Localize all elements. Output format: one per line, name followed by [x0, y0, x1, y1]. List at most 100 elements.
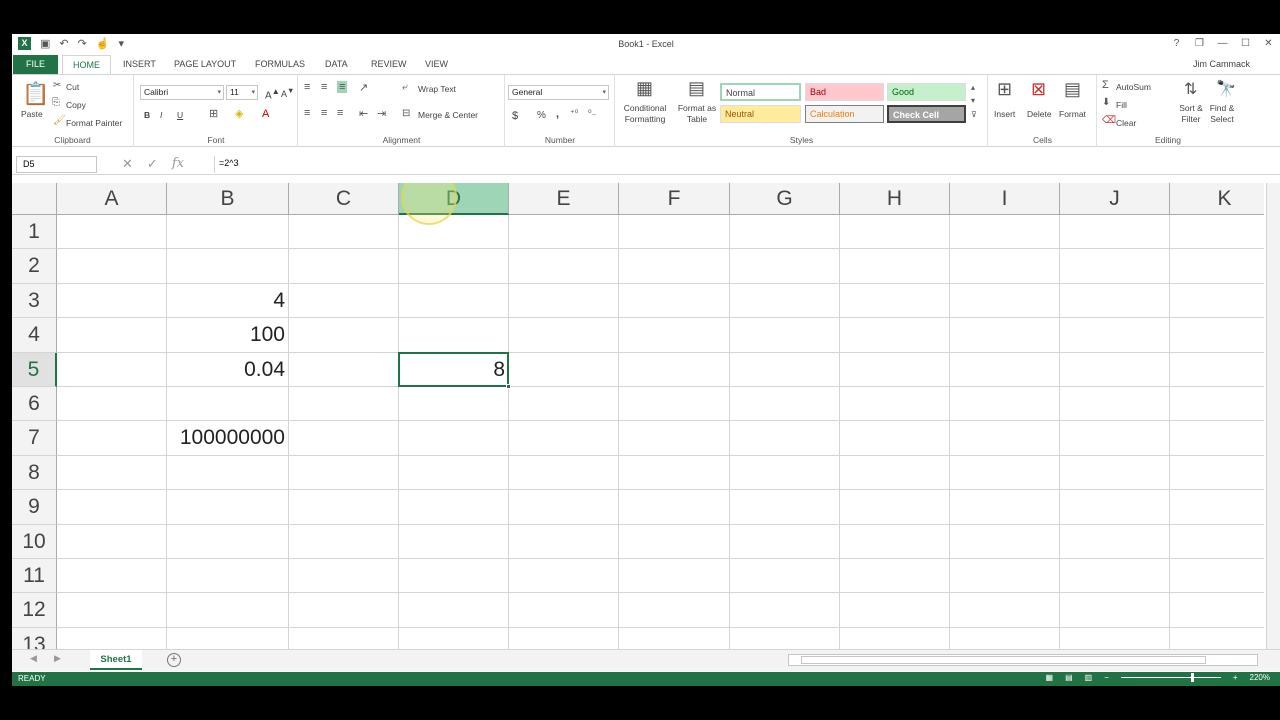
styles-more-icon[interactable]: ⊽ [971, 110, 977, 119]
style-neutral[interactable]: Neutral [720, 105, 801, 123]
vertical-scrollbar[interactable] [1266, 183, 1280, 649]
fill-color-icon[interactable]: ◈ [235, 107, 243, 120]
style-check-cell[interactable]: Check Cell [887, 105, 966, 123]
borders-icon[interactable]: ⊞ [209, 107, 218, 120]
column-header-f[interactable]: F [619, 183, 730, 215]
page-layout-view-icon[interactable]: ▤ [1065, 673, 1073, 682]
increase-indent-icon[interactable]: ⇥ [377, 107, 386, 120]
zoom-out-icon[interactable]: − [1104, 673, 1109, 682]
clear-button[interactable]: Clear [1116, 118, 1136, 128]
add-sheet-button[interactable]: + [167, 653, 181, 667]
insert-function-icon[interactable]: fx [172, 156, 184, 172]
column-header-h[interactable]: H [840, 183, 950, 215]
row-header-11[interactable]: 11 [12, 559, 57, 594]
orientation-icon[interactable]: ↗ [359, 81, 368, 94]
tab-home[interactable]: HOME [62, 55, 111, 75]
row-header-5[interactable]: 5 [12, 352, 57, 387]
align-left-icon[interactable]: ≡ [304, 107, 310, 119]
align-right-icon[interactable]: ≡ [337, 107, 343, 119]
comma-button[interactable]: , [556, 108, 559, 120]
cell-b4[interactable]: 100 [167, 318, 289, 352]
cell-b7[interactable]: 100000000 [167, 421, 289, 455]
autosum-button[interactable]: AutoSum [1116, 82, 1151, 92]
copy-button[interactable]: Copy [66, 100, 86, 110]
row-header-2[interactable]: 2 [12, 249, 57, 284]
column-header-a[interactable]: A [57, 183, 167, 215]
enter-icon[interactable]: ✓ [147, 156, 158, 172]
sheet-nav-next-icon[interactable]: ▶ [54, 653, 61, 664]
normal-view-icon[interactable]: ▦ [1046, 673, 1054, 682]
name-box[interactable]: D5 [16, 156, 97, 173]
row-header-6[interactable]: 6 [12, 387, 57, 422]
font-family-select[interactable]: Calibri ▾ [140, 85, 224, 100]
minimize-button[interactable]: — [1211, 34, 1234, 54]
increase-decimal-icon[interactable]: ⁺⁰ [570, 108, 578, 119]
delete-cells-button[interactable]: Delete [1027, 109, 1052, 119]
column-header-g[interactable]: G [730, 183, 840, 215]
formula-input[interactable]: =2^3 [214, 156, 1276, 173]
find-select-button[interactable]: Find & Select [1206, 103, 1238, 125]
decrease-indent-icon[interactable]: ⇤ [359, 107, 368, 120]
top-align-icon[interactable]: ≡ [304, 81, 310, 93]
wrap-text-button[interactable]: Wrap Text [418, 84, 456, 94]
horizontal-scroll-thumb[interactable] [801, 656, 1206, 664]
row-header-13[interactable]: 13 [12, 627, 57, 649]
row-header-8[interactable]: 8 [12, 455, 57, 491]
middle-align-icon[interactable]: ≡ [321, 81, 327, 93]
select-all-corner[interactable] [12, 183, 57, 215]
paste-icon[interactable]: 📋 [22, 81, 49, 107]
tab-view[interactable]: VIEW [425, 59, 448, 69]
column-header-i[interactable]: I [950, 183, 1060, 215]
fill-handle[interactable] [506, 384, 511, 389]
style-bad[interactable]: Bad [805, 83, 884, 101]
active-cell-d5[interactable] [398, 351, 509, 387]
tab-file[interactable]: FILE [13, 55, 58, 74]
styles-scroll-down-icon[interactable]: ▾ [971, 96, 975, 105]
zoom-in-icon[interactable]: + [1233, 673, 1238, 682]
insert-cells-button[interactable]: Insert [994, 109, 1015, 119]
sheet-nav-prev-icon[interactable]: ◀ [30, 653, 37, 664]
conditional-formatting-button[interactable]: Conditional Formatting [620, 103, 670, 125]
format-painter-button[interactable]: Format Painter [66, 118, 122, 128]
bold-button[interactable]: B [144, 110, 150, 120]
align-center-icon[interactable]: ≡ [321, 107, 327, 119]
zoom-level[interactable]: 220% [1250, 673, 1270, 682]
decrease-decimal-icon[interactable]: ⁰₋ [588, 108, 596, 119]
number-format-select[interactable]: General ▾ [508, 85, 609, 100]
italic-button[interactable]: I [160, 110, 162, 120]
maximize-button[interactable]: ☐ [1234, 34, 1257, 54]
column-header-e[interactable]: E [509, 183, 619, 215]
bottom-align-icon[interactable]: ≡ [337, 81, 348, 93]
fill-button[interactable]: Fill [1116, 100, 1127, 110]
styles-scroll-up-icon[interactable]: ▴ [971, 83, 975, 92]
grow-font-icon[interactable]: A▲ [265, 86, 280, 101]
currency-button[interactable]: $ [512, 110, 518, 122]
row-header-10[interactable]: 10 [12, 524, 57, 559]
row-header-3[interactable]: 3 [12, 283, 57, 319]
column-header-b[interactable]: B [167, 183, 289, 215]
tab-formulas[interactable]: FORMULAS [255, 59, 305, 69]
tab-page-layout[interactable]: PAGE LAYOUT [174, 59, 236, 69]
zoom-slider-thumb[interactable] [1190, 673, 1194, 682]
cell-b5[interactable]: 0.04 [167, 353, 289, 387]
cell-b3[interactable]: 4 [167, 284, 289, 318]
column-header-j[interactable]: J [1060, 183, 1170, 215]
help-button[interactable]: ? [1165, 34, 1188, 54]
cut-button[interactable]: Cut [66, 82, 79, 92]
font-size-select[interactable]: 11 ▾ [226, 85, 258, 100]
row-header-7[interactable]: 7 [12, 421, 57, 456]
underline-button[interactable]: U [177, 110, 183, 120]
page-break-view-icon[interactable]: ▥ [1085, 673, 1093, 682]
row-header-1[interactable]: 1 [12, 215, 57, 250]
merge-center-button[interactable]: Merge & Center [418, 110, 478, 120]
shrink-font-icon[interactable]: A▼ [281, 86, 294, 99]
row-header-4[interactable]: 4 [12, 318, 57, 353]
style-good[interactable]: Good [887, 83, 966, 101]
tab-review[interactable]: REVIEW [371, 59, 407, 69]
paste-button[interactable]: Paste [21, 109, 43, 119]
font-color-icon[interactable]: A [262, 108, 269, 120]
style-calculation[interactable]: Calculation [805, 105, 884, 123]
horizontal-scrollbar[interactable] [788, 654, 1258, 666]
tab-insert[interactable]: INSERT [123, 59, 156, 69]
percent-button[interactable]: % [537, 110, 546, 121]
